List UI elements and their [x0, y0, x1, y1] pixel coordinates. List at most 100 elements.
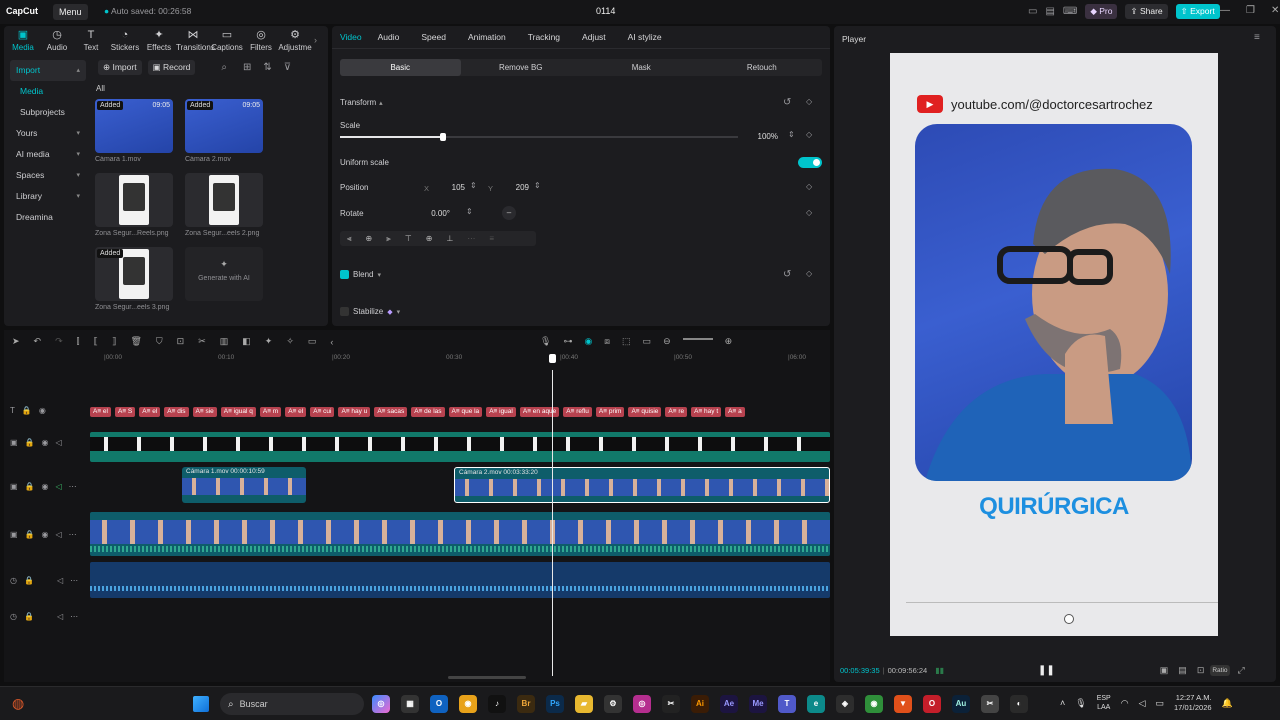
- caption-clip[interactable]: A≡ igual q: [220, 406, 256, 417]
- subtab-retouch[interactable]: Retouch: [702, 59, 823, 76]
- tab-stickers[interactable]: ◔ Stickers: [108, 29, 142, 52]
- audio-icon[interactable]: ◁: [56, 438, 62, 447]
- expand-icon[interactable]: ⤢: [1238, 665, 1245, 676]
- outlook-icon[interactable]: O: [430, 695, 448, 713]
- ai-cutout-icon[interactable]: ✂: [198, 336, 206, 347]
- caption-clip[interactable]: A≡ que la: [448, 406, 483, 417]
- distribute-h-icon[interactable]: ⋯: [467, 234, 475, 243]
- inspector-tab-speed[interactable]: Speed: [421, 32, 446, 42]
- split-scene-icon[interactable]: ⬚: [622, 336, 631, 347]
- chevron-up-icon[interactable]: ˄: [1060, 698, 1065, 708]
- language-indicator[interactable]: ESP LAA: [1097, 694, 1111, 712]
- fullscreen-preview-icon[interactable]: ▣: [1160, 665, 1169, 676]
- sidebar-item-media[interactable]: Media: [10, 81, 86, 102]
- eye-icon[interactable]: ◉: [42, 530, 49, 539]
- scale-value[interactable]: 100%: [742, 130, 782, 144]
- split-right-icon[interactable]: ⟧: [112, 336, 116, 347]
- lock-icon[interactable]: 🔒: [22, 406, 32, 415]
- audition-icon[interactable]: Au: [952, 695, 970, 713]
- stepper-icon[interactable]: ⇕: [470, 181, 477, 190]
- app-icon[interactable]: ◈: [836, 695, 854, 713]
- layout-icon[interactable]: ▭: [1028, 6, 1037, 17]
- explorer-icon[interactable]: ▰: [575, 695, 593, 713]
- inspector-tab-ai-stylize[interactable]: AI stylize: [628, 32, 662, 42]
- align-center-icon[interactable]: ⊕: [366, 234, 373, 243]
- subtab-basic[interactable]: Basic: [340, 59, 461, 76]
- sidebar-item-dreamina[interactable]: Dreamina: [10, 207, 86, 228]
- more-icon[interactable]: ⋯: [69, 482, 77, 491]
- after-effects-icon[interactable]: Ae: [720, 695, 738, 713]
- chrome-icon[interactable]: ◉: [459, 695, 477, 713]
- preview-axis-icon[interactable]: ⧈: [604, 336, 610, 347]
- lock-icon[interactable]: 🔒: [24, 576, 34, 585]
- playhead-head-icon[interactable]: [549, 354, 556, 363]
- teams-icon[interactable]: T: [778, 695, 796, 713]
- search-box[interactable]: ⌕ Buscar: [220, 693, 364, 715]
- share-button[interactable]: ⇪ Share: [1125, 4, 1168, 19]
- camera2-clip[interactable]: Cámara 2.mov 00:03:33:20: [454, 467, 830, 503]
- lock-icon[interactable]: 🔒: [24, 612, 34, 621]
- mic-icon[interactable]: 🎙: [540, 336, 551, 347]
- menu-lines-icon[interactable]: ≡: [1254, 32, 1260, 43]
- rotate-dial-icon[interactable]: –: [502, 206, 516, 220]
- caption-clip[interactable]: A≡ de las: [411, 406, 445, 417]
- link-icon[interactable]: ⊶: [563, 336, 572, 347]
- caption-clip[interactable]: A≡ el: [139, 406, 161, 417]
- transform-box-icon[interactable]: ▭: [308, 336, 317, 347]
- caption-clip[interactable]: A≡ el: [285, 406, 307, 417]
- document-icon[interactable]: ▤: [1045, 6, 1054, 17]
- menu-button[interactable]: Menu: [53, 4, 88, 20]
- wand-icon[interactable]: ✧: [286, 336, 294, 347]
- audio-clip[interactable]: [90, 562, 830, 598]
- capcut-active-icon[interactable]: ✂: [981, 695, 999, 713]
- sidebar-item-library[interactable]: Library ▾: [10, 186, 86, 207]
- caption-clip[interactable]: A≡ a: [725, 406, 745, 417]
- eye-icon[interactable]: ◉: [42, 438, 49, 447]
- redo-icon[interactable]: ↷: [55, 336, 63, 347]
- illustrator-icon[interactable]: Ai: [691, 695, 709, 713]
- stepper-icon[interactable]: ⇕: [534, 181, 541, 190]
- track-area[interactable]: A≡ el A≡ S A≡ el A≡ dis A≡ sie A≡ igual q A≡ m…: [90, 370, 830, 676]
- horizontal-scrollbar[interactable]: [448, 676, 526, 679]
- caption-clip[interactable]: A≡ dis: [164, 406, 189, 417]
- media-item[interactable]: Zona Segur...eels 2.png: [185, 173, 275, 237]
- chrome2-icon[interactable]: ◉: [865, 695, 883, 713]
- blend-header[interactable]: Blend ▾: [340, 270, 381, 279]
- align-right-icon[interactable]: ⫸: [386, 234, 391, 244]
- caption-clip[interactable]: A≡ sie: [192, 406, 217, 417]
- camera1-clip[interactable]: Cámara 1.mov 00:00:10:59: [182, 467, 306, 503]
- playhead[interactable]: [552, 370, 553, 676]
- obs-icon[interactable]: ◐: [1010, 695, 1028, 713]
- clock[interactable]: 12:27 A.M. 17/01/2026: [1174, 693, 1212, 713]
- zoom-out-icon[interactable]: ⊖: [663, 336, 671, 347]
- sort-icon[interactable]: ⇅: [263, 62, 271, 73]
- pro-button[interactable]: ◆ Pro: [1085, 4, 1118, 19]
- caption-clip[interactable]: A≡ en aque: [519, 406, 560, 417]
- overlay-track[interactable]: [90, 432, 830, 462]
- project-name[interactable]: 0114: [596, 6, 615, 16]
- rotate-value[interactable]: 0.00°: [424, 207, 454, 221]
- caption-clip[interactable]: A≡ m: [259, 406, 282, 417]
- mic-icon[interactable]: 🎙: [1075, 698, 1086, 709]
- rotate-handle-icon[interactable]: [1064, 614, 1074, 624]
- battery-icon[interactable]: ▭: [1156, 698, 1165, 709]
- bridge-icon[interactable]: Br: [517, 695, 535, 713]
- settings-icon[interactable]: ⚙: [604, 695, 622, 713]
- media-item[interactable]: Added 09:05 Cámara 1.mov: [95, 99, 185, 163]
- widgets-icon[interactable]: ◍: [12, 695, 24, 712]
- brave-icon[interactable]: ▼: [894, 695, 912, 713]
- grid-view-icon[interactable]: ⊞: [243, 62, 251, 73]
- more-icon[interactable]: ⋯: [70, 612, 78, 621]
- notifications-icon[interactable]: 🔔: [1222, 698, 1233, 709]
- inspector-tab-animation[interactable]: Animation: [468, 32, 506, 42]
- mirror-icon[interactable]: ◧: [242, 336, 251, 347]
- split-left-icon[interactable]: ⟦: [94, 336, 98, 347]
- align-middle-icon[interactable]: ⊕: [426, 234, 433, 243]
- keyframe-icon[interactable]: ◇: [806, 97, 812, 106]
- caption-clip[interactable]: A≡ hay t: [691, 406, 722, 417]
- caption-clip[interactable]: A≡ reflu: [563, 406, 592, 417]
- close-icon[interactable]: ✕: [1271, 5, 1279, 16]
- keyframe-icon[interactable]: ◇: [806, 182, 812, 191]
- sidebar-item-spaces[interactable]: Spaces ▾: [10, 165, 86, 186]
- keyframe-icon[interactable]: ◇: [806, 269, 812, 278]
